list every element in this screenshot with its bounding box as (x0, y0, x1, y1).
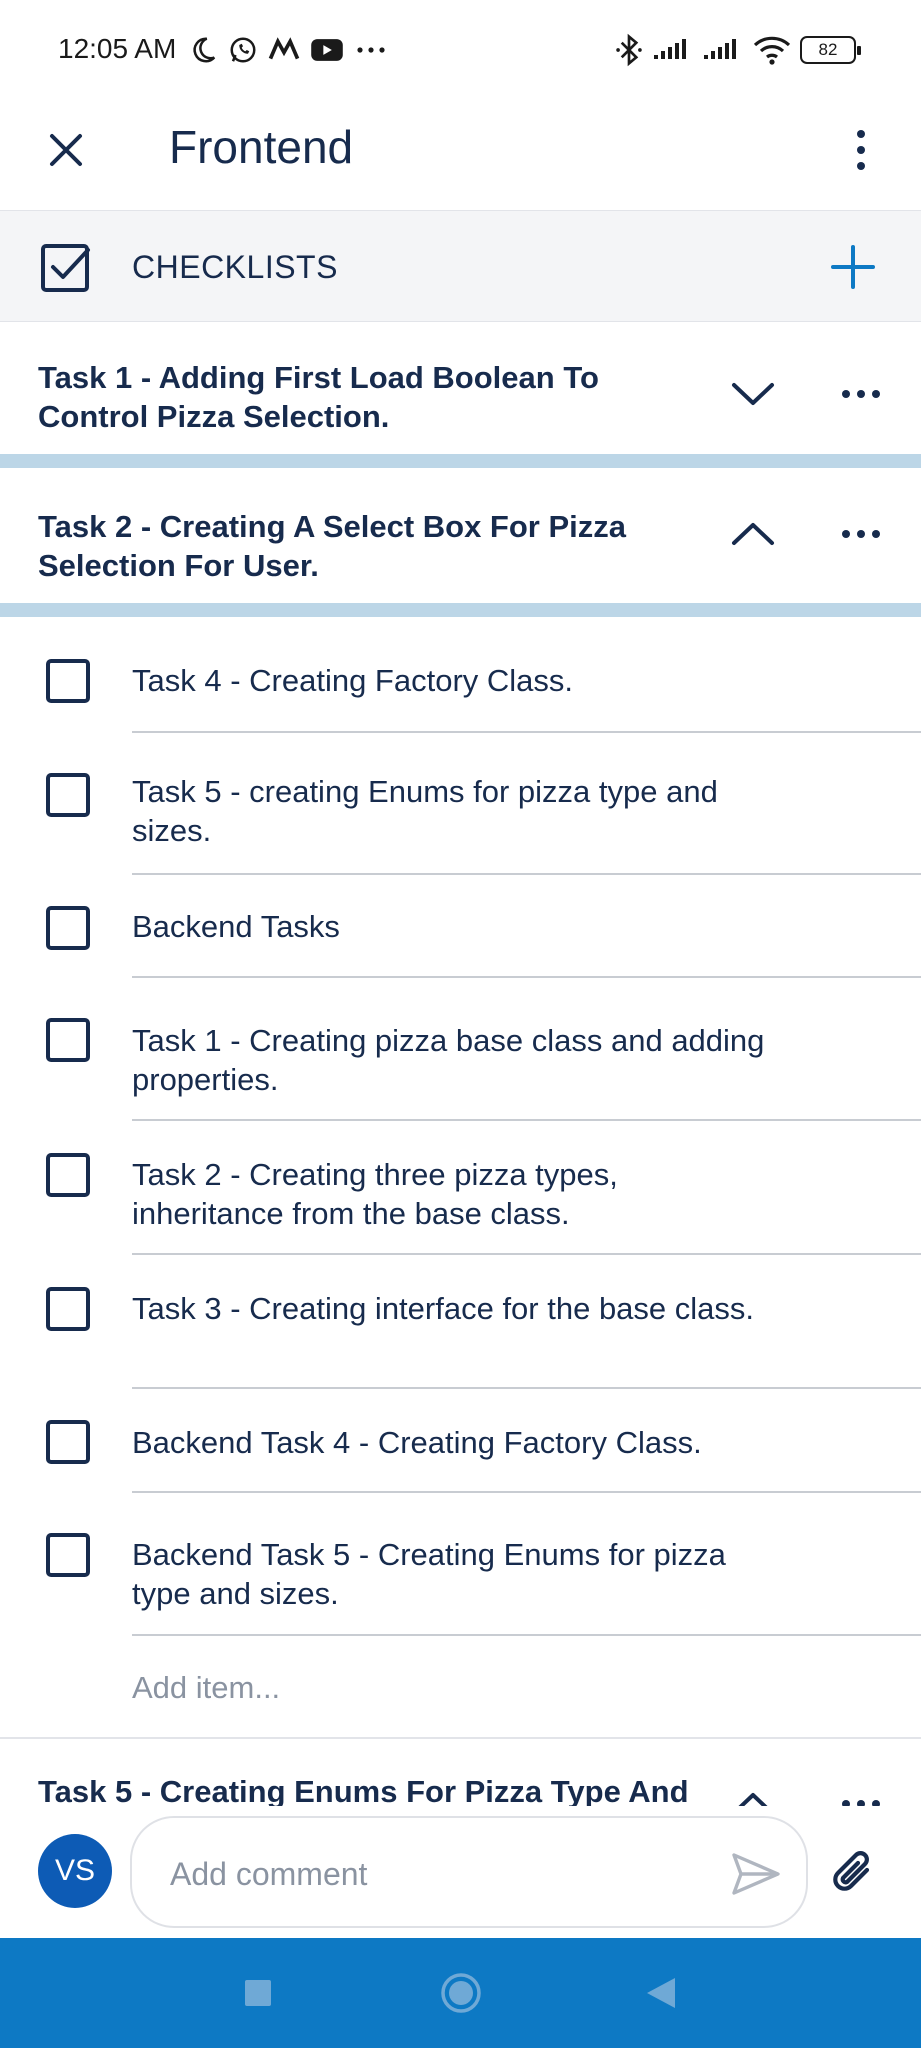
section-divider (0, 1737, 921, 1739)
more-vertical-icon (857, 130, 865, 170)
item-checkbox[interactable] (46, 1420, 90, 1464)
avatar[interactable]: VS (38, 1834, 112, 1908)
item-text[interactable]: Task 4 - Creating Factory Class. (132, 661, 772, 700)
item-checkbox[interactable] (46, 1153, 90, 1197)
item-text[interactable]: Backend Tasks (132, 907, 772, 946)
moon-icon (188, 32, 218, 68)
item-text[interactable]: Task 3 - Creating interface for the base… (132, 1289, 772, 1328)
comment-placeholder: Add comment (170, 1856, 368, 1892)
item-text[interactable]: Backend Task 4 - Creating Factory Class. (132, 1423, 772, 1462)
more-horizontal-icon (842, 390, 880, 398)
item-checkbox[interactable] (46, 906, 90, 950)
system-nav-bar (0, 1938, 921, 2048)
status-right-icons: 82 (614, 30, 861, 70)
send-icon (732, 1853, 780, 1895)
checklist-group-header[interactable]: Task 1 - Adding First Load Boolean To Co… (0, 322, 921, 454)
signal-icon-2 (702, 32, 744, 68)
chevron-down-icon (732, 383, 774, 405)
comment-input[interactable]: Add comment (130, 1816, 808, 1928)
chevron-up-icon (738, 1793, 768, 1806)
group-more-button[interactable] (833, 366, 889, 422)
group-divider (0, 454, 921, 468)
plus-icon (831, 245, 875, 289)
checklist-group-title: Task 2 - Creating A Select Box For Pizza… (38, 509, 627, 583)
item-checkbox[interactable] (46, 773, 90, 817)
checklist-group-header[interactable]: Task 5 - Creating Enums For Pizza Type A… (0, 1740, 921, 1806)
expand-group-button[interactable] (725, 366, 781, 422)
item-divider (132, 976, 921, 978)
item-divider (132, 1119, 921, 1121)
item-divider (132, 1387, 921, 1389)
group-divider (0, 603, 921, 617)
comment-bar: VS Add comment (0, 1806, 921, 1938)
collapse-group-button[interactable] (725, 1776, 781, 1806)
triangle-icon (647, 1978, 675, 2008)
more-horizontal-icon (842, 1800, 880, 1806)
collapse-group-button[interactable] (725, 506, 781, 562)
item-text[interactable]: Task 2 - Creating three pizza types, inh… (132, 1155, 772, 1233)
close-button[interactable] (38, 122, 94, 178)
item-divider (132, 731, 921, 733)
checklist-group-header[interactable]: Task 2 - Creating A Select Box For Pizza… (0, 468, 921, 603)
circle-icon (441, 1973, 481, 2013)
whatsapp-icon (228, 32, 258, 68)
close-icon (50, 134, 82, 166)
item-text[interactable]: Backend Task 5 - Creating Enums for pizz… (132, 1535, 772, 1613)
item-divider (132, 873, 921, 875)
square-icon (245, 1980, 271, 2006)
more-options-button[interactable] (841, 122, 881, 178)
attach-button[interactable] (825, 1844, 881, 1900)
home-button[interactable] (436, 1968, 486, 2018)
paperclip-icon (833, 1851, 870, 1891)
more-notifications-icon (354, 32, 388, 68)
checklists-label: CHECKLISTS (132, 249, 338, 285)
wifi-icon (752, 32, 792, 68)
add-item-input[interactable]: Add item... (132, 1670, 280, 1706)
back-button[interactable] (636, 1968, 686, 2018)
youtube-icon (310, 32, 344, 68)
bluetooth-icon (614, 32, 644, 68)
checklists-section-header: CHECKLISTS (0, 210, 921, 322)
item-divider (132, 1634, 921, 1636)
item-checkbox[interactable] (46, 1533, 90, 1577)
add-checklist-button[interactable] (825, 239, 881, 295)
gmail-icon (268, 32, 300, 68)
status-time: 12:05 AM (58, 33, 177, 64)
checklist-group-title: Task 1 - Adding First Load Boolean To Co… (38, 360, 599, 434)
more-horizontal-icon (842, 530, 880, 538)
send-button[interactable] (728, 1848, 784, 1900)
item-text[interactable]: Task 5 - creating Enums for pizza type a… (132, 772, 772, 850)
group-more-button[interactable] (833, 1776, 889, 1806)
item-divider (132, 1253, 921, 1255)
card-header: Frontend (0, 100, 921, 210)
item-checkbox[interactable] (46, 1018, 90, 1062)
item-text[interactable]: Task 1 - Creating pizza base class and a… (132, 1021, 772, 1099)
page-title: Frontend (169, 121, 354, 173)
signal-icon (652, 32, 694, 68)
chevron-up-icon (732, 523, 774, 545)
checklist-group-title: Task 5 - Creating Enums For Pizza Type A… (38, 1774, 689, 1806)
status-left-icons (188, 30, 388, 70)
battery-indicator: 82 (800, 36, 861, 64)
checkbox-checked-icon (41, 244, 90, 292)
recent-apps-button[interactable] (233, 1968, 283, 2018)
item-checkbox[interactable] (46, 659, 90, 703)
item-checkbox[interactable] (46, 1287, 90, 1331)
item-divider (132, 1491, 921, 1493)
group-more-button[interactable] (833, 506, 889, 562)
status-bar: 12:05 AM 82 (0, 0, 921, 100)
